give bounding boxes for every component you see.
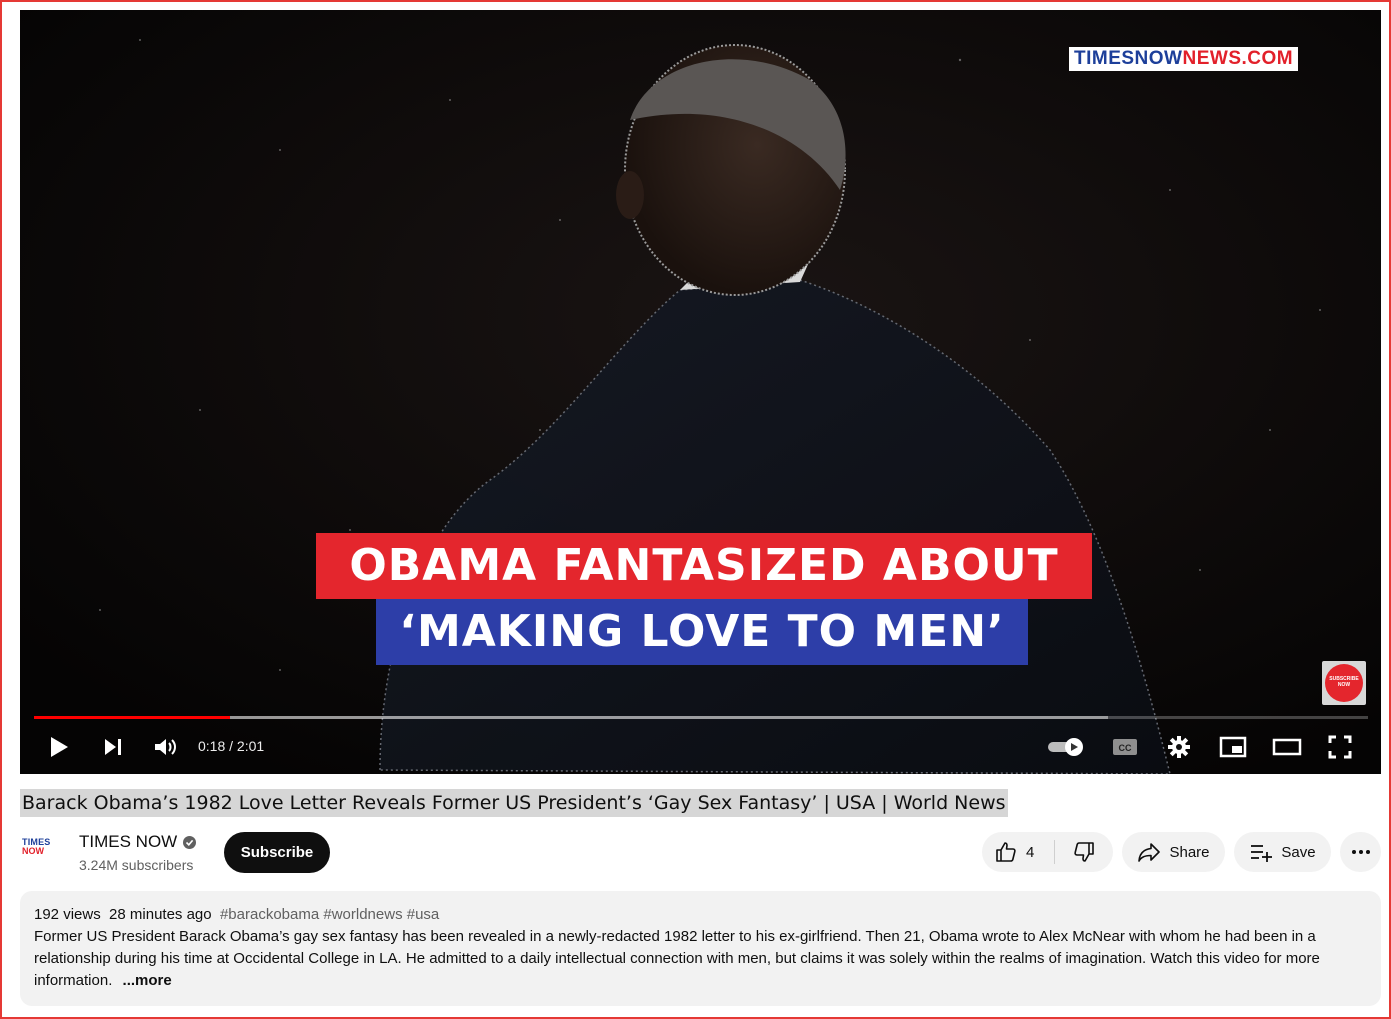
description-text: Former US President Barack Obama’s gay s… (34, 928, 1320, 989)
subscribe-button[interactable]: Subscribe (224, 832, 330, 873)
save-label: Save (1281, 843, 1316, 861)
subscriber-count: 3.24M subscribers (79, 857, 194, 873)
badge-line-2: NOW (1337, 682, 1351, 688)
captions-icon: CC (1113, 739, 1137, 755)
save-button[interactable]: Save (1234, 832, 1331, 872)
fullscreen-button[interactable] (1325, 732, 1355, 762)
more-horizontal-icon (1351, 850, 1370, 854)
captions-button[interactable]: CC (1110, 732, 1140, 762)
show-more-link[interactable]: ...more (123, 972, 172, 989)
channel-name-row[interactable]: TIMES NOW (79, 832, 197, 852)
progress-bar[interactable] (34, 716, 1368, 719)
subscribe-watermark-badge[interactable]: SUBSCRIBE NOW (1322, 661, 1366, 705)
video-caption-line-2: ‘MAKING LOVE TO MEN’ (376, 599, 1028, 665)
miniplayer-icon (1219, 736, 1247, 758)
more-actions-button[interactable] (1340, 832, 1381, 872)
description-text-block: Former US President Barack Obama’s gay s… (34, 926, 1367, 992)
fullscreen-icon (1328, 735, 1352, 759)
share-label: Share (1169, 843, 1210, 861)
channel-watermark: TIMESNOWNEWS.COM (1069, 47, 1299, 71)
channel-avatar[interactable]: TIMES NOW (22, 838, 64, 866)
share-button[interactable]: Share (1122, 832, 1225, 872)
like-button[interactable]: 4 (982, 832, 1054, 872)
settings-button[interactable] (1164, 732, 1194, 762)
svg-text:CC: CC (1119, 743, 1132, 753)
progress-played (34, 716, 231, 719)
video-player[interactable]: TIMESNOWNEWS.COM OBAMA FANTASIZED ABOUT … (20, 10, 1381, 774)
upload-age: 28 minutes ago (109, 906, 212, 923)
video-caption-line-1: OBAMA FANTASIZED ABOUT (316, 533, 1092, 599)
play-icon (51, 737, 68, 757)
video-title: Barack Obama’s 1982 Love Letter Reveals … (20, 789, 1008, 817)
thumbs-down-icon (1074, 842, 1094, 862)
avatar-text-bottom: NOW (22, 846, 44, 856)
gear-icon (1168, 736, 1190, 758)
next-icon (105, 739, 121, 755)
autoplay-toggle-icon (1048, 738, 1083, 756)
description-box[interactable]: 192 views 28 minutes ago #barackobama #w… (20, 891, 1381, 1006)
hashtags[interactable]: #barackobama #worldnews #usa (220, 906, 439, 923)
time-display: 0:18 / 2:01 (198, 738, 265, 754)
view-count: 192 views (34, 906, 101, 923)
like-count: 4 (1026, 843, 1035, 861)
thumbs-up-icon (996, 842, 1016, 862)
dislike-button[interactable] (1055, 832, 1113, 872)
video-meta: 192 views 28 minutes ago #barackobama #w… (34, 904, 1367, 926)
next-button[interactable] (100, 732, 126, 762)
volume-button[interactable] (151, 732, 181, 762)
theater-mode-icon (1272, 738, 1302, 756)
share-icon (1138, 843, 1161, 862)
verified-icon (183, 835, 197, 849)
autoplay-toggle[interactable] (1046, 732, 1086, 762)
theater-mode-button[interactable] (1270, 732, 1304, 762)
miniplayer-button[interactable] (1217, 732, 1249, 762)
channel-name[interactable]: TIMES NOW (79, 832, 177, 852)
like-dislike-group: 4 (982, 832, 1113, 872)
volume-icon (155, 739, 176, 755)
playlist-add-icon (1251, 845, 1273, 862)
play-button[interactable] (46, 732, 72, 762)
